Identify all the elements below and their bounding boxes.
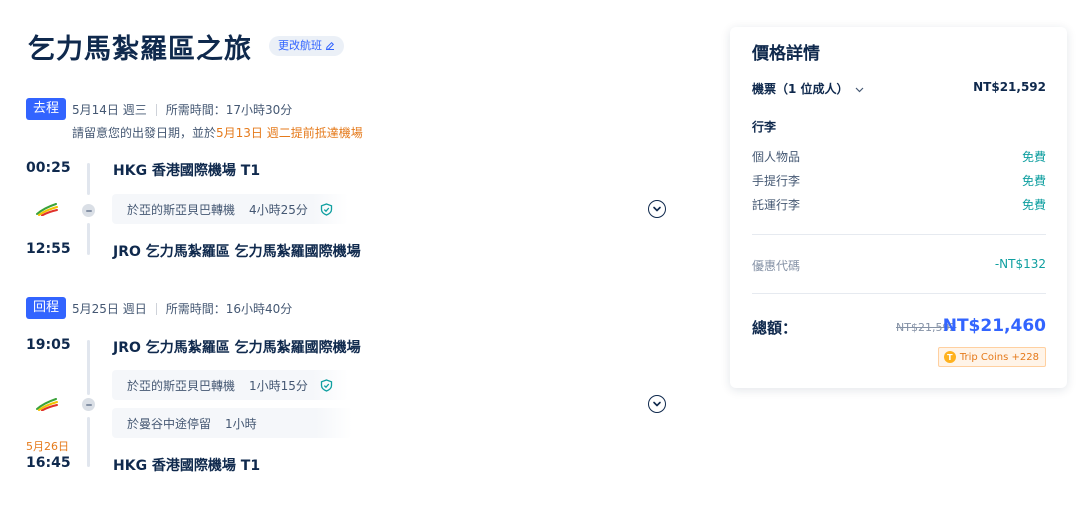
return-stopover: 於曼谷中途停留 1小時 xyxy=(112,408,352,438)
coupon-row: 優惠代碼 -NT$132 xyxy=(752,257,1046,274)
divider xyxy=(752,234,1046,235)
transfer-dot-icon xyxy=(82,204,95,217)
arrival-next-day: 5月26日 xyxy=(26,440,69,453)
timeline-line xyxy=(87,163,90,195)
baggage-row: 託運行李 免費 xyxy=(752,196,1046,213)
stopover-place: 於曼谷中途停留 xyxy=(127,416,212,431)
transfer-place: 於亞的斯亞貝巴轉機 xyxy=(127,378,236,393)
return-meta: 5月25日 週日 所需時間：16小時40分 xyxy=(72,300,292,317)
expand-return-icon[interactable] xyxy=(648,395,666,413)
divider xyxy=(155,103,157,116)
ticket-row[interactable]: 機票（1 位成人） NT$21,592 xyxy=(752,80,1046,97)
total-amount: NT$21,460 xyxy=(942,316,1046,336)
ticket-label[interactable]: 機票（1 位成人） xyxy=(752,80,864,97)
baggage-label: 託運行李 xyxy=(752,198,801,212)
baggage-row: 個人物品 免費 xyxy=(752,148,1046,165)
outbound-arrive-airport: JRO 乞力馬紮羅區 乞力馬紮羅國際機場 xyxy=(113,244,361,260)
baggage-heading: 行李 xyxy=(752,120,777,134)
ticket-amount: NT$21,592 xyxy=(973,80,1046,94)
change-flight-label: 更改航班 xyxy=(278,39,322,52)
baggage-label: 手提行李 xyxy=(752,174,801,188)
coupon-label: 優惠代碼 xyxy=(752,259,801,273)
notice-highlight: 5月13日 週二提前抵達機場 xyxy=(216,126,363,140)
divider xyxy=(752,293,1046,294)
return-badge: 回程 xyxy=(26,297,66,319)
return-depart-time: 19:05 xyxy=(26,337,71,353)
return-duration: 所需時間：16小時40分 xyxy=(165,302,293,316)
shield-icon xyxy=(320,202,333,216)
airline-logo-icon xyxy=(36,398,58,411)
transfer-place: 於亞的斯亞貝巴轉機 xyxy=(127,202,236,217)
return-date: 5月25日 週日 xyxy=(72,302,147,316)
return-arrive-time: 16:45 xyxy=(26,455,71,471)
trip-coins-text: Trip Coins +228 xyxy=(959,351,1039,363)
outbound-duration: 所需時間：17小時30分 xyxy=(165,103,293,117)
ticket-label-text: 機票（1 位成人） xyxy=(752,82,849,96)
return-depart-airport: JRO 乞力馬紮羅區 乞力馬紮羅國際機場 xyxy=(113,340,361,356)
airline-logo-icon xyxy=(36,203,58,216)
timeline-line xyxy=(87,340,90,395)
return-arrive-airport: HKG 香港國際機場 T1 xyxy=(113,458,261,474)
outbound-badge: 去程 xyxy=(26,98,66,120)
trip-coins-badge: T Trip Coins +228 xyxy=(937,347,1046,367)
timeline-line xyxy=(87,417,90,467)
baggage-value: 免費 xyxy=(1021,174,1046,188)
trip-coin-icon: T xyxy=(943,351,956,363)
chevron-down-icon[interactable] xyxy=(855,85,864,94)
total-label: 總額： xyxy=(752,319,798,337)
timeline-line xyxy=(87,223,90,255)
baggage-value: 免費 xyxy=(1021,198,1046,212)
price-details-title: 價格詳情 xyxy=(752,44,820,64)
edit-icon xyxy=(325,41,335,51)
outbound-transfer: 於亞的斯亞貝巴轉機 4小時25分 xyxy=(112,194,348,224)
expand-outbound-icon[interactable] xyxy=(648,200,666,218)
baggage-heading-row: 行李 xyxy=(752,118,1046,135)
change-flight-button[interactable]: 更改航班 xyxy=(269,36,344,56)
shield-icon xyxy=(320,378,333,392)
outbound-depart-airport: HKG 香港國際機場 T1 xyxy=(113,163,261,179)
notice-text: 請留意您的出發日期，並於 xyxy=(72,126,217,140)
return-transfer: 於亞的斯亞貝巴轉機 1小時15分 xyxy=(112,370,348,400)
departure-notice: 請留意您的出發日期，並於5月13日 週二提前抵達機場 xyxy=(72,124,363,141)
outbound-depart-time: 00:25 xyxy=(26,160,71,176)
transfer-dot-icon xyxy=(82,398,95,411)
transfer-duration: 4小時25分 xyxy=(249,202,308,217)
baggage-label: 個人物品 xyxy=(752,150,801,164)
coupon-amount: -NT$132 xyxy=(994,257,1046,271)
page-title: 乞力馬紮羅區之旅 xyxy=(28,34,252,65)
outbound-arrive-time: 12:55 xyxy=(26,241,71,257)
outbound-date: 5月14日 週三 xyxy=(72,103,147,117)
divider xyxy=(155,302,157,315)
baggage-value: 免費 xyxy=(1021,150,1046,164)
price-details-card: 價格詳情 機票（1 位成人） NT$21,592 行李 個人物品 免費 手提行李… xyxy=(730,27,1067,388)
outbound-meta: 5月14日 週三 所需時間：17小時30分 xyxy=(72,101,292,118)
baggage-row: 手提行李 免費 xyxy=(752,172,1046,189)
stopover-duration: 1小時 xyxy=(225,416,257,431)
transfer-duration: 1小時15分 xyxy=(249,378,308,393)
